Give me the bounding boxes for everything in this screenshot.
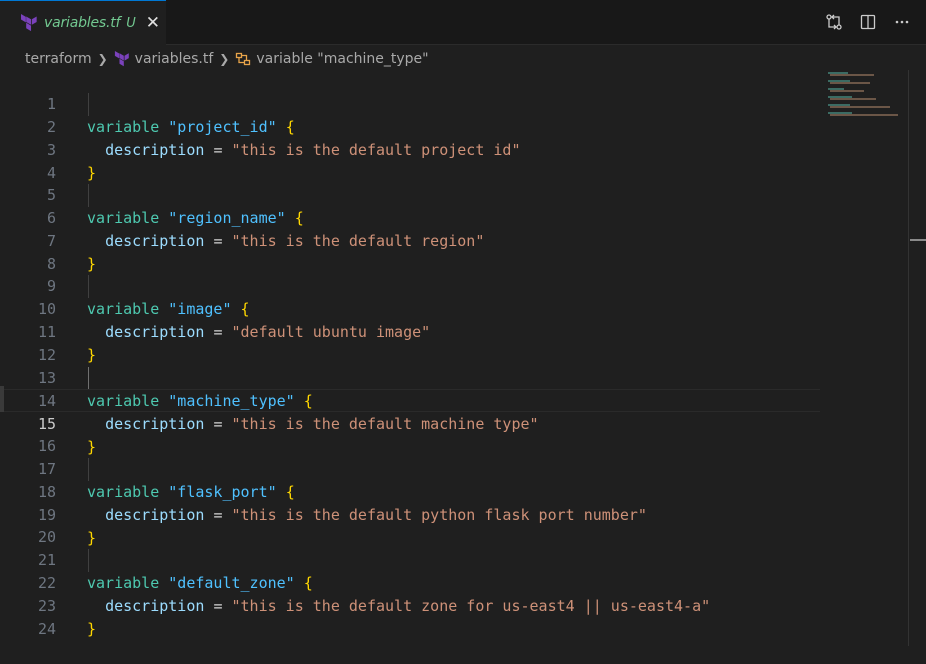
- line-number: 24: [37, 620, 56, 638]
- minimap-line: [830, 74, 874, 76]
- terraform-icon: [114, 51, 129, 67]
- breadcrumb-file[interactable]: variables.tf: [135, 51, 214, 67]
- chevron-right-icon: ❯: [219, 52, 230, 66]
- chevron-right-icon: ❯: [97, 52, 108, 66]
- code-line-current: 15 }: [0, 389, 820, 456]
- code-line: 5 variable "region_name" {: [0, 161, 820, 227]
- code-line: 10 description = "default ubuntu image": [0, 275, 820, 341]
- scrollbar-cursor-marker: [910, 239, 926, 241]
- breadcrumb-symbol[interactable]: variable "machine_type": [256, 51, 428, 67]
- code-line: 12: [0, 321, 820, 364]
- tab-title: variables.tf: [44, 15, 121, 31]
- split-editor-icon[interactable]: [858, 12, 878, 32]
- code-line: 13 variable "machine_type" {: [0, 344, 820, 410]
- code-line: 16: [0, 412, 820, 455]
- close-icon[interactable]: ✕: [146, 14, 160, 32]
- minimap-line: [830, 106, 890, 108]
- code-line: 8: [0, 230, 820, 273]
- code-line: 19 }: [0, 481, 820, 547]
- code-editor[interactable]: 1 variable "project_id" { 2 description …: [0, 70, 908, 646]
- more-actions-icon[interactable]: [892, 12, 912, 32]
- editor-tab-bar: variables.tf U ✕: [0, 0, 926, 45]
- breadcrumb-folder[interactable]: terraform: [25, 51, 92, 67]
- token-bracket: }: [87, 620, 97, 638]
- tab-variables-tf[interactable]: variables.tf U ✕: [0, 0, 166, 45]
- code-line: 1 variable "project_id" {: [0, 70, 820, 136]
- minimap-line: [830, 90, 864, 92]
- code-line: 11 }: [0, 298, 820, 364]
- gutter-marker: [0, 386, 4, 412]
- breadcrumb: terraform ❯ variables.tf ❯ variable "mac…: [25, 48, 429, 70]
- compare-changes-icon[interactable]: [824, 12, 844, 32]
- code-line: 23 }: [0, 572, 820, 638]
- code-line: 18 description = "this is the default py…: [0, 458, 820, 524]
- code-line: 6 description = "this is the default reg…: [0, 184, 820, 250]
- minimap-line: [830, 82, 870, 84]
- terraform-icon: [21, 14, 37, 32]
- minimap-line: [830, 98, 876, 100]
- code-line: 9 variable "image" {: [0, 252, 820, 318]
- code-line: 14 description = "this is the default ma…: [0, 367, 820, 433]
- code-line: 21 variable "default_zone" {: [0, 526, 820, 592]
- minimap-line: [830, 114, 898, 116]
- code-line: 24: [0, 595, 820, 638]
- code-line: 22 description = "this is the default zo…: [0, 549, 820, 615]
- code-line: 17 variable "flask_port" {: [0, 435, 820, 501]
- minimap[interactable]: [826, 70, 906, 130]
- editor-actions: [824, 12, 912, 32]
- code-line: 7 }: [0, 207, 820, 273]
- code-line: 20: [0, 503, 820, 546]
- code-line: 4: [0, 139, 820, 182]
- code-line: 3 }: [0, 116, 820, 182]
- vertical-scrollbar[interactable]: [908, 70, 926, 646]
- variable-symbol-icon: [236, 52, 251, 66]
- code-line: 2 description = "this is the default pro…: [0, 93, 820, 159]
- tab-modified-indicator: U: [126, 15, 136, 31]
